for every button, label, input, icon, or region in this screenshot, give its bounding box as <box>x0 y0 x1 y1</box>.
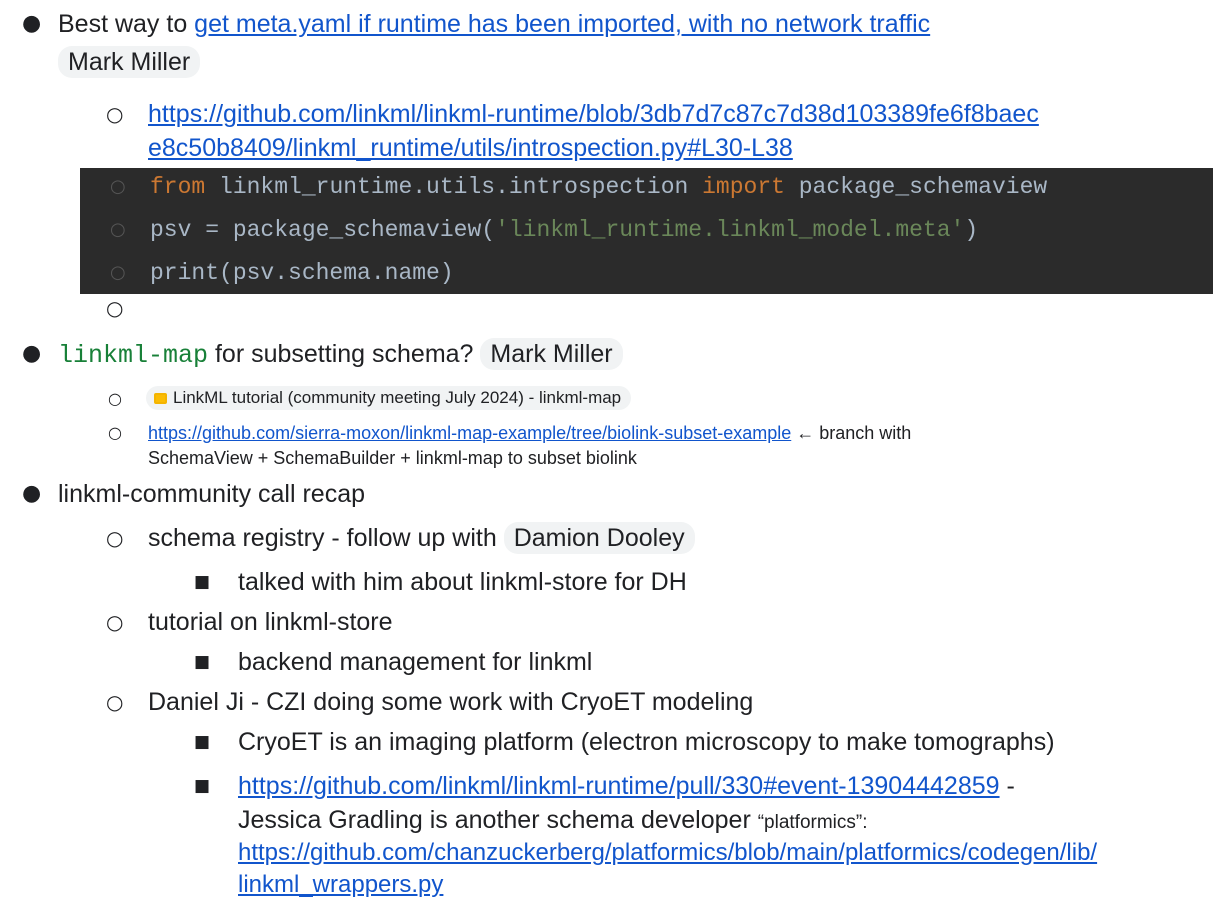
tutorial-slides-title: LinkML tutorial (community meeting July … <box>173 388 622 407</box>
linkml-map-example-row: https://github.com/sierra-moxon/linkml-m… <box>148 422 911 444</box>
backend-management-text: backend management for linkml <box>238 648 593 676</box>
bullet-disc: ● <box>22 11 42 36</box>
introspection-link-line1[interactable]: https://github.com/linkml/linkml-runtime… <box>148 98 1039 130</box>
tutorial-chip-row: LinkML tutorial (community meeting July … <box>146 386 632 410</box>
bullet-circle: ○ <box>106 102 124 126</box>
bullet-circle: ○ <box>106 690 124 714</box>
code-keyword-import: import <box>702 174 785 200</box>
code-line-2: psv = package_schemaview('linkml_runtime… <box>150 215 978 245</box>
platformics-link-text-1[interactable]: https://github.com/chanzuckerberg/platfo… <box>238 839 1097 866</box>
dash-separator: - <box>999 772 1015 800</box>
bullet-circle-empty: ○ <box>106 296 124 320</box>
code-close-paren: ) <box>964 217 979 243</box>
bullet-square: ■ <box>194 652 211 672</box>
cryoet-text: CryoET is an imaging platform (electron … <box>238 728 1055 756</box>
bullet-circle: ○ <box>110 262 126 283</box>
linkml-store-dh-text: talked with him about linkml-store for D… <box>238 568 687 596</box>
daniel-ji-text: Daniel Ji - CZI doing some work with Cry… <box>148 688 754 716</box>
item-1-person-row: Mark Miller <box>58 46 201 78</box>
code-import-name: package_schemaview <box>784 174 1048 200</box>
item-1-prefix: Best way to <box>58 10 195 38</box>
schema-registry-text: schema registry - follow up with <box>148 524 504 552</box>
introspection-link-text-2[interactable]: e8c50b8409/linkml_runtime/utils/introspe… <box>148 134 793 162</box>
pull-330-link[interactable]: https://github.com/linkml/linkml-runtime… <box>238 772 1000 800</box>
item-2: linkml-map for subsetting schema? Mark M… <box>58 338 623 372</box>
platformics-quote: “platformics”: <box>757 812 868 833</box>
tutorial-slides-chip[interactable]: LinkML tutorial (community meeting July … <box>146 386 632 410</box>
code-module: linkml_runtime.utils.introspection <box>205 174 703 200</box>
code-line-3: print(psv.schema.name) <box>150 260 454 286</box>
branch-note-2: SchemaView + SchemaBuilder + linkml-map … <box>148 448 637 468</box>
slides-icon <box>154 393 167 404</box>
jessica-text: Jessica Gradling is another schema devel… <box>238 806 758 834</box>
linkml-map-example-link[interactable]: https://github.com/sierra-moxon/linkml-m… <box>148 423 791 443</box>
introspection-link-line2[interactable]: e8c50b8409/linkml_runtime/utils/introspe… <box>148 132 793 164</box>
code-line-1: from linkml_runtime.utils.introspection … <box>150 172 1047 202</box>
meta-yaml-link[interactable]: get meta.yaml if runtime has been import… <box>194 10 930 38</box>
bullet-square: ■ <box>194 776 211 796</box>
person-chip-damion-dooley[interactable]: Damion Dooley <box>503 522 695 554</box>
jessica-row: Jessica Gradling is another schema devel… <box>238 804 868 839</box>
item-1: Best way to get meta.yaml if runtime has… <box>58 8 930 40</box>
bullet-circle: ○ <box>110 219 126 240</box>
platformics-link-text-2[interactable]: linkml_wrappers.py <box>238 871 443 898</box>
code-assign: psv = package_schemaview( <box>150 217 496 243</box>
bullet-circle: ○ <box>108 389 122 408</box>
linkml-map-code: linkml-map <box>58 341 209 370</box>
schema-registry-row: schema registry - follow up with Damion … <box>148 522 695 554</box>
person-chip-mark-miller[interactable]: Mark Miller <box>480 338 623 370</box>
introspection-link-text-1[interactable]: https://github.com/linkml/linkml-runtime… <box>148 100 1039 128</box>
branch-note: ← branch with <box>791 423 912 443</box>
bullet-disc: ● <box>22 481 42 506</box>
bullet-circle: ○ <box>108 423 122 442</box>
bullet-circle: ○ <box>106 526 124 550</box>
bullet-circle: ○ <box>110 176 126 197</box>
platformics-link-line1[interactable]: https://github.com/chanzuckerberg/platfo… <box>238 838 1097 868</box>
code-keyword-from: from <box>150 174 206 200</box>
platformics-link-line2[interactable]: linkml_wrappers.py <box>238 870 443 900</box>
item-2-text: for subsetting schema? <box>208 340 474 368</box>
bullet-square: ■ <box>194 732 211 752</box>
bullet-disc: ● <box>22 341 42 366</box>
tutorial-linkml-store: tutorial on linkml-store <box>148 608 393 636</box>
code-string: 'linkml_runtime.linkml_model.meta' <box>495 217 965 243</box>
bullet-square: ■ <box>194 572 211 592</box>
item-3: linkml-community call recap <box>58 480 366 508</box>
bullet-circle: ○ <box>106 610 124 634</box>
person-chip-mark-miller[interactable]: Mark Miller <box>58 46 201 78</box>
pull-330-row: https://github.com/linkml/linkml-runtime… <box>238 770 1015 802</box>
